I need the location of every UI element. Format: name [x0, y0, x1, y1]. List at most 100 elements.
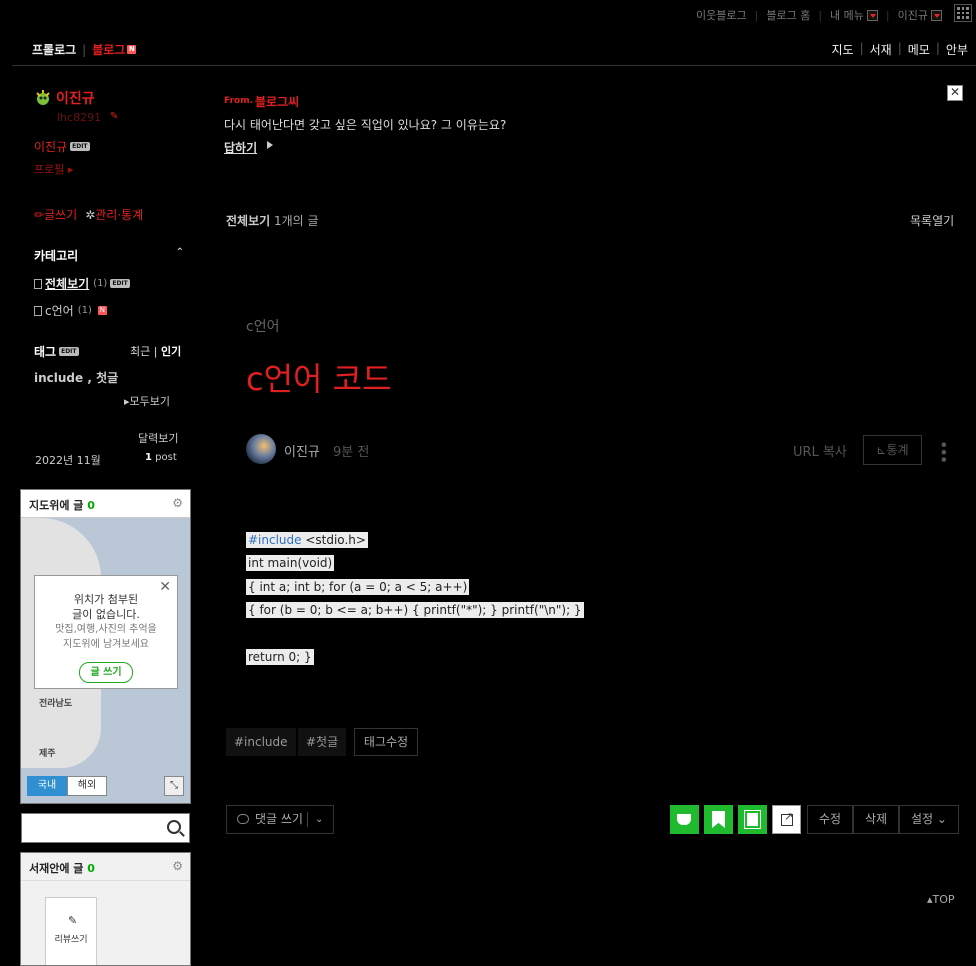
map-place-label: 전라남도: [39, 699, 73, 709]
map-place-label: 제주: [39, 749, 56, 759]
new-badge: N: [97, 306, 107, 315]
blog-tab[interactable]: 블로그: [92, 41, 125, 58]
prologue-tab[interactable]: 프롤로그: [32, 41, 76, 58]
library-tab[interactable]: 서재: [870, 41, 892, 58]
settings-button[interactable]: 설정 ⌄: [899, 805, 959, 834]
blog-home-link[interactable]: 블로그 홈: [766, 7, 810, 23]
tag-edit-button[interactable]: 태그수정: [354, 728, 418, 756]
global-nav-bar: 이웃블로그 | 블로그 홈 | 내 메뉴 | 이진규: [0, 0, 976, 28]
memo-share-icon[interactable]: [738, 805, 767, 834]
answer-button[interactable]: 답하기: [224, 139, 257, 156]
calendar-date: 2022년 11월: [35, 454, 101, 467]
nickname-text[interactable]: 이진규: [56, 88, 95, 108]
edit-badge[interactable]: EDIT: [59, 347, 79, 356]
url-copy-button[interactable]: URL 복사: [793, 441, 847, 460]
band-share-icon[interactable]: [704, 805, 733, 834]
chevron-up-icon[interactable]: ⌃: [176, 247, 184, 258]
stats-button[interactable]: ⊾통계: [863, 435, 922, 465]
edit-badge[interactable]: EDIT: [110, 279, 130, 288]
category-header[interactable]: 카테고리 ⌃: [34, 247, 184, 264]
category-count: (1): [93, 278, 108, 289]
tab-domestic[interactable]: 국내: [27, 776, 67, 796]
post-count: 1: [145, 452, 152, 463]
category-label: 전체보기: [45, 277, 90, 291]
gear-icon[interactable]: ⚙: [172, 859, 183, 873]
tag-sort-popular[interactable]: 인기: [161, 345, 181, 358]
guestbook-tab[interactable]: 안부: [946, 41, 968, 58]
post-list-count: 1개의 글: [274, 214, 319, 228]
post-tag[interactable]: #첫글: [298, 728, 347, 756]
map-tab[interactable]: 지도: [831, 41, 853, 58]
tab-overseas[interactable]: 해외: [67, 776, 107, 796]
separator: |: [82, 42, 87, 57]
list-open-button[interactable]: 목록열기: [910, 212, 954, 229]
close-icon[interactable]: ✕: [947, 85, 963, 101]
post-list-title: 전체보기 1개의 글: [226, 212, 319, 229]
memo-tab[interactable]: 메모: [908, 41, 930, 58]
gear-icon: ✲: [85, 208, 96, 222]
profile-link-label: 프로필: [34, 163, 65, 176]
expand-icon[interactable]: ⤡: [164, 776, 184, 796]
settings-label: 설정: [911, 812, 934, 826]
map-write-button[interactable]: 글 쓰기: [79, 662, 133, 683]
tag-sort-recent[interactable]: 최근: [130, 345, 150, 358]
profile-link[interactable]: 프로필 ▸: [34, 161, 73, 177]
post-label: post: [155, 452, 177, 463]
comment-button[interactable]: 댓글 쓰기 ⌄: [226, 805, 334, 834]
post-author[interactable]: 이진규: [284, 441, 320, 460]
map-tabs: 국내 해외: [27, 776, 107, 796]
post-category[interactable]: c언어: [246, 316, 279, 336]
new-badge: N: [127, 45, 137, 54]
code-line: #include <stdio.h>: [246, 532, 368, 548]
avatar[interactable]: [246, 434, 276, 464]
separator: |: [897, 41, 902, 55]
gear-icon[interactable]: ⚙: [172, 496, 183, 510]
category-item-c[interactable]: c언어 (1) N: [34, 302, 107, 319]
my-menu-link[interactable]: 내 메뉴: [830, 7, 864, 23]
search-box[interactable]: [21, 813, 190, 843]
edit-badge[interactable]: EDIT: [70, 142, 90, 151]
chevron-down-icon[interactable]: ⌄: [315, 806, 323, 833]
post-list-category: 전체보기: [226, 214, 271, 228]
back-to-top-link[interactable]: ▴TOP: [927, 893, 955, 906]
separator: |: [754, 8, 759, 22]
review-label: 리뷰쓰기: [54, 935, 88, 945]
dropdown-arrow-icon[interactable]: [866, 9, 878, 21]
tag-all-label: 모두보기: [129, 395, 171, 408]
post-tag[interactable]: #include: [226, 728, 296, 756]
from-label: From.: [224, 96, 253, 106]
edit-button[interactable]: 수정: [807, 805, 853, 834]
admin-button[interactable]: ✲관리·통계: [85, 206, 143, 223]
calendar-link[interactable]: 달력보기: [138, 430, 178, 446]
map-widget-header: 지도위에 글 0 ⚙: [21, 490, 190, 518]
from-name[interactable]: 블로그씨: [255, 93, 299, 110]
separator: |: [859, 41, 864, 55]
neighbor-blog-link[interactable]: 이웃블로그: [696, 7, 747, 23]
dropdown-arrow-icon[interactable]: [931, 9, 942, 21]
popup-sub2: 지도위에 남겨보세요: [63, 639, 149, 650]
top-label: TOP: [932, 893, 955, 906]
tag-all-link[interactable]: ▸모두보기: [124, 393, 170, 409]
cafe-share-icon[interactable]: [670, 805, 699, 834]
write-button[interactable]: ✏글쓰기: [34, 206, 77, 223]
search-icon[interactable]: [167, 820, 181, 834]
review-write-button[interactable]: ✎ 리뷰쓰기: [45, 897, 97, 965]
tag-header: 태그 EDIT: [34, 343, 79, 360]
apps-grid-icon[interactable]: [954, 4, 972, 22]
code-line: { for (b = 0; b <= a; b++) { printf("*")…: [246, 602, 584, 618]
name-text[interactable]: 이진규: [34, 138, 67, 155]
admin-label: 관리·통계: [95, 208, 144, 222]
pencil-icon[interactable]: ✎: [110, 111, 118, 122]
code-line: int main(void): [246, 555, 335, 571]
chevron-down-icon: ⌄: [936, 812, 947, 826]
close-icon[interactable]: ✕: [159, 580, 171, 595]
tag-sort: 최근 | 인기: [130, 345, 182, 358]
delete-button[interactable]: 삭제: [853, 805, 899, 834]
document-icon: [34, 278, 42, 289]
share-icon[interactable]: [772, 805, 801, 834]
map-popup: ✕ 위치가 첨부된 글이 없습니다. 맛집,여행,사진의 추억을 지도위에 남겨…: [34, 575, 178, 689]
tag-list[interactable]: include , 첫글: [34, 369, 118, 386]
more-options-icon[interactable]: •••: [934, 440, 953, 462]
category-item-all[interactable]: 전체보기 (1) EDIT: [34, 275, 130, 292]
user-menu-link[interactable]: 이진규: [898, 7, 928, 23]
